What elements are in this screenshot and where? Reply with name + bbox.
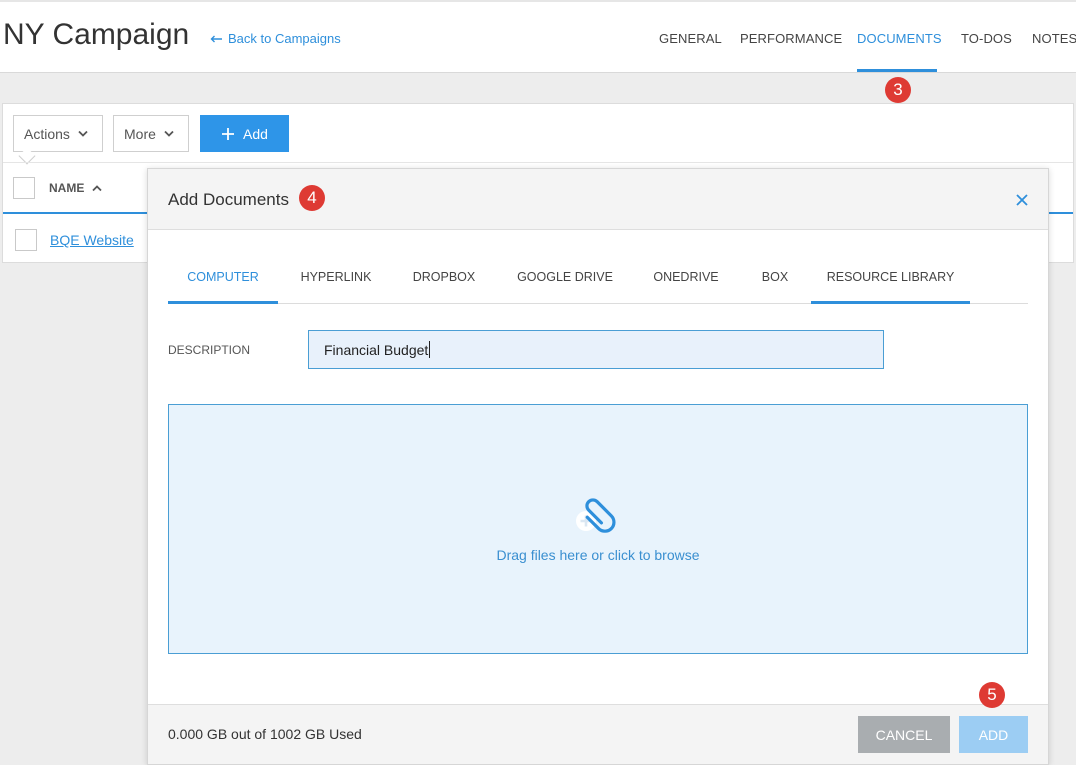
more-dropdown[interactable]: More (113, 115, 189, 152)
arrow-left-icon (210, 35, 222, 42)
row-checkbox[interactable] (15, 229, 37, 251)
active-tab-indicator (857, 69, 937, 72)
chevron-down-icon (78, 130, 88, 137)
add-button[interactable]: ADD (959, 716, 1028, 753)
back-link-label: Back to Campaigns (228, 31, 341, 46)
chevron-up-icon (92, 184, 102, 191)
tab-computer[interactable]: COMPUTER (168, 251, 278, 304)
storage-usage: 0.000 GB out of 1002 GB Used (168, 726, 362, 742)
cancel-button[interactable]: CANCEL (858, 716, 950, 753)
tab-notes[interactable]: NOTES (1032, 31, 1076, 46)
tab-google-drive[interactable]: GOOGLE DRIVE (508, 251, 622, 303)
tab-computer-label: COMPUTER (187, 270, 259, 284)
add-button-label: Add (243, 125, 268, 142)
plus-icon (222, 127, 235, 140)
tab-performance[interactable]: PERFORMANCE (740, 31, 842, 46)
description-label: DESCRIPTION (168, 343, 251, 357)
tab-general[interactable]: GENERAL (659, 31, 722, 46)
header-top-border (0, 0, 1076, 2)
page-header: NY Campaign Back to Campaigns GENERAL PE… (0, 0, 1076, 73)
name-column-label: NAME (49, 181, 85, 195)
actions-label: Actions (24, 125, 70, 142)
select-all-checkbox[interactable] (13, 177, 35, 199)
tab-dropbox[interactable]: DROPBOX (398, 251, 490, 303)
source-tabs: COMPUTER HYPERLINK DROPBOX GOOGLE DRIVE … (168, 251, 1028, 304)
tab-box[interactable]: BOX (750, 251, 800, 303)
tab-documents[interactable]: DOCUMENTS (857, 31, 942, 46)
name-column-header[interactable]: NAME (49, 181, 102, 195)
more-label: More (124, 125, 156, 142)
page-title: NY Campaign (3, 18, 190, 51)
tab-computer-underline (168, 301, 278, 304)
tab-todos[interactable]: TO-DOs (961, 31, 1012, 46)
modal-footer: 0.000 GB out of 1002 GB Used CANCEL ADD (148, 704, 1048, 764)
step-badge-4: 4 (299, 185, 325, 211)
step-badge-5: 5 (979, 682, 1005, 708)
description-input[interactable]: Financial Budget (308, 330, 884, 369)
chevron-down-icon (164, 130, 174, 137)
paperclip-add-icon (576, 498, 616, 533)
dropzone-text: Drag files here or click to browse (496, 547, 700, 563)
tab-hyperlink[interactable]: HYPERLINK (288, 251, 384, 303)
tab-resource-library-underline (811, 301, 970, 304)
tab-resource-library[interactable]: RESOURCE LIBRARY (811, 251, 970, 304)
text-cursor (429, 341, 431, 358)
add-documents-modal: Add Documents COMPUTER HYPERLINK DROPBOX… (147, 168, 1049, 765)
modal-header: Add Documents (148, 169, 1048, 230)
modal-title: Add Documents (168, 190, 289, 209)
step-badge-3: 3 (885, 77, 911, 103)
tab-resource-library-label: RESOURCE LIBRARY (826, 270, 955, 284)
file-dropzone[interactable]: Drag files here or click to browse (168, 404, 1028, 654)
document-link[interactable]: BQE Website (50, 232, 134, 248)
tab-onedrive[interactable]: ONEDRIVE (644, 251, 728, 303)
close-icon[interactable] (1014, 192, 1030, 208)
back-to-campaigns-link[interactable]: Back to Campaigns (210, 31, 341, 46)
description-value: Financial Budget (324, 341, 429, 358)
add-document-button[interactable]: Add (200, 115, 289, 152)
